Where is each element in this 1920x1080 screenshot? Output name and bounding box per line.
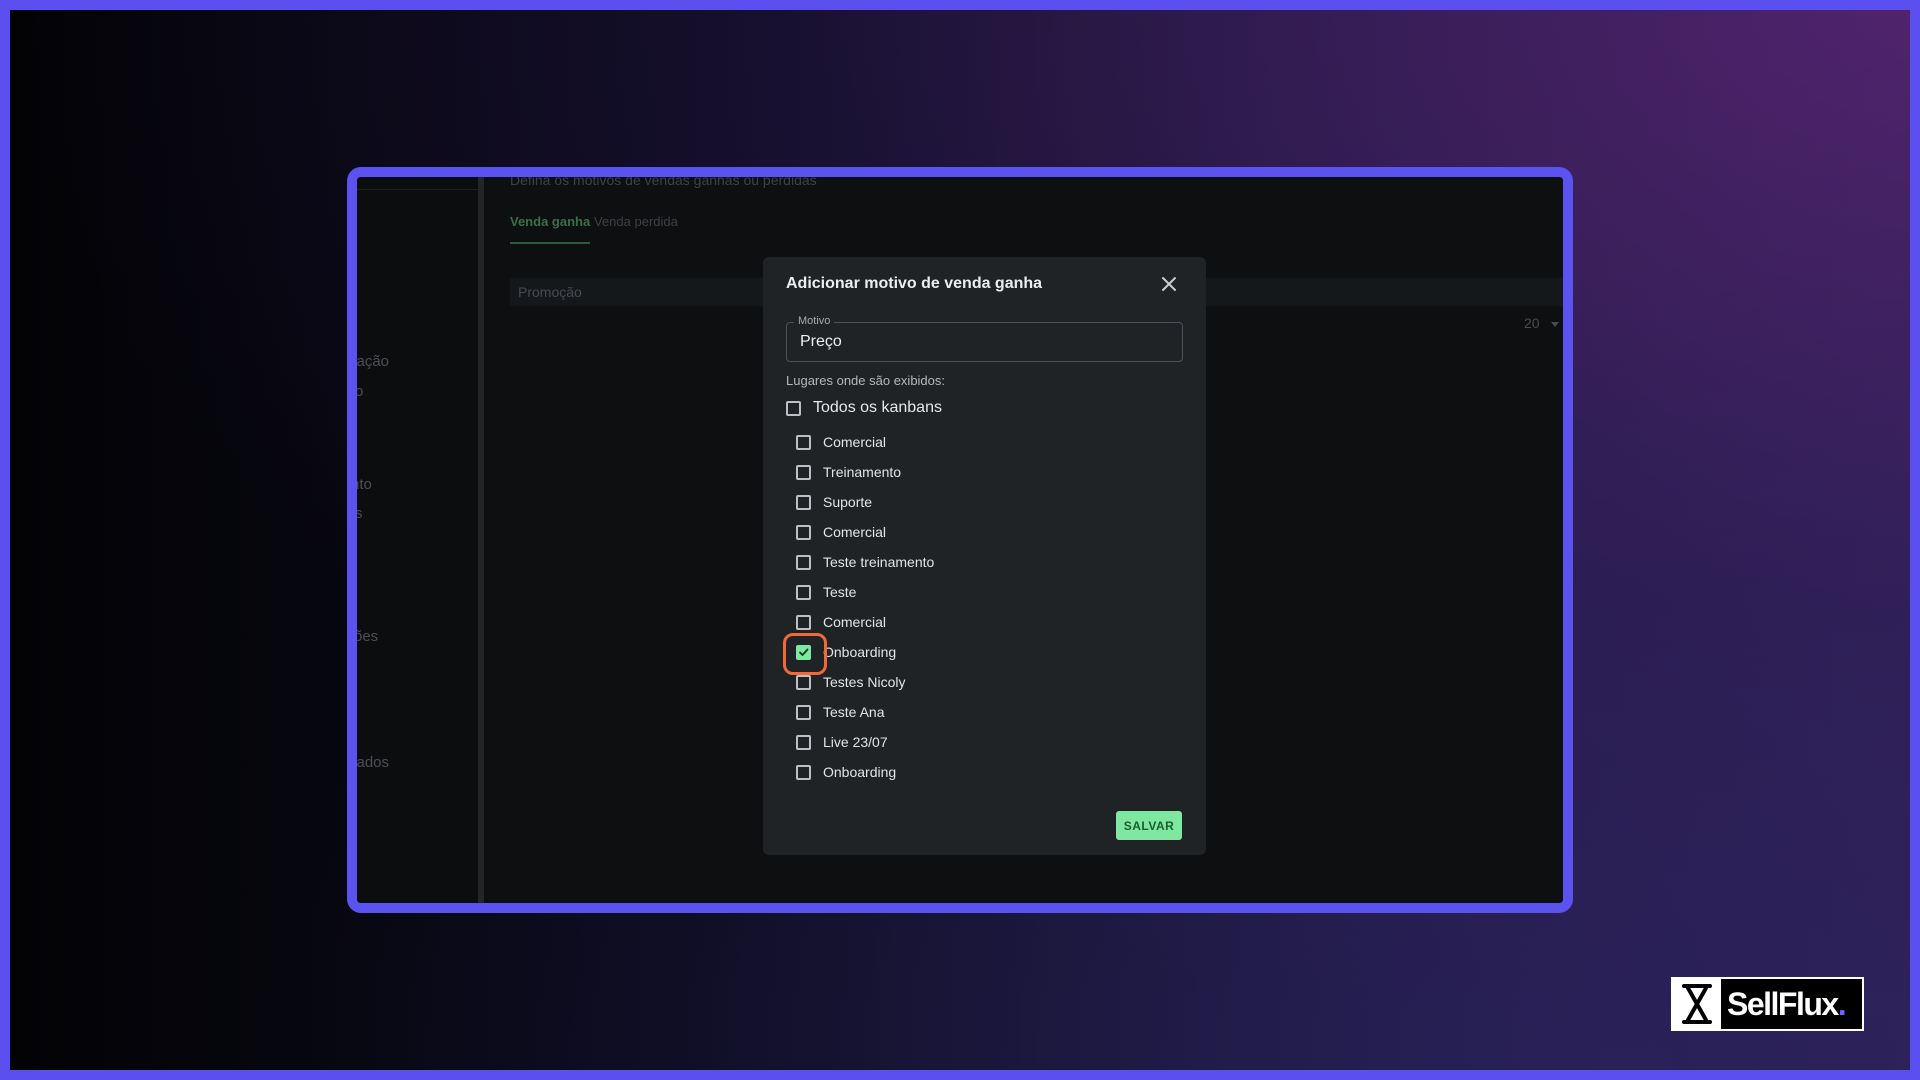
kanban-checkbox[interactable]: Teste treinamento bbox=[796, 552, 934, 572]
checkbox-icon[interactable] bbox=[796, 434, 811, 450]
checkbox-icon[interactable] bbox=[786, 400, 801, 416]
checkbox-icon[interactable] bbox=[796, 764, 811, 780]
kanban-checkbox[interactable]: Comercial bbox=[796, 612, 886, 632]
tab-venda-ganha[interactable]: Venda ganha bbox=[510, 214, 590, 229]
kanban-checkbox[interactable]: Live 23/07 bbox=[796, 732, 888, 752]
checkbox-label: Testes Nicoly bbox=[823, 674, 906, 690]
checkbox-label: Teste treinamento bbox=[823, 554, 935, 570]
logo-wordmark: SellFlux. bbox=[1727, 985, 1847, 1022]
sidebar-divider bbox=[357, 189, 478, 190]
kanban-checkbox[interactable]: Comercial bbox=[796, 432, 886, 452]
checkbox-icon[interactable] bbox=[796, 614, 811, 630]
list-item-label: Promoção bbox=[518, 284, 582, 300]
tab-venda-perdida[interactable]: Venda perdida bbox=[594, 214, 678, 229]
sidebar-item[interactable]: s bbox=[357, 505, 363, 522]
checkbox-label: Comercial bbox=[823, 614, 887, 630]
sidebar-item[interactable]: rões bbox=[357, 628, 378, 645]
kanban-checkbox[interactable]: Teste Ana bbox=[796, 702, 885, 722]
kanban-checkbox[interactable]: Testes Nicoly bbox=[796, 672, 905, 692]
caret-down-icon[interactable] bbox=[1551, 322, 1559, 327]
sidebar-item[interactable]: cados bbox=[357, 754, 389, 771]
click-highlight-ring bbox=[783, 633, 827, 675]
checkbox-label: Todos os kanbans bbox=[813, 399, 942, 416]
checkbox-label: Onboarding bbox=[823, 764, 897, 780]
motivo-field: Motivo bbox=[786, 315, 1183, 362]
motivo-input[interactable] bbox=[788, 329, 1178, 355]
hourglass-icon bbox=[1673, 979, 1721, 1029]
checkbox-label: Treinamento bbox=[823, 464, 902, 480]
checkbox-icon[interactable] bbox=[796, 554, 811, 570]
all-kanbans-checkbox[interactable]: Todos os kanbans bbox=[786, 398, 942, 418]
checkbox-icon[interactable] bbox=[796, 674, 811, 690]
dialog-title: Adicionar motivo de venda ganha bbox=[786, 275, 1043, 292]
sidebar-item[interactable]: nto bbox=[357, 476, 372, 493]
save-button[interactable]: SALVAR bbox=[1116, 811, 1182, 840]
places-label: Lugares onde são exibidos: bbox=[786, 373, 946, 388]
checkbox-label: Teste bbox=[823, 584, 857, 600]
sellflux-logo: SellFlux. bbox=[1671, 977, 1864, 1031]
rows-per-page-select[interactable]: 20 bbox=[1524, 315, 1540, 331]
active-tab-indicator bbox=[510, 242, 590, 244]
motivo-field-label: Motivo bbox=[794, 315, 835, 327]
kanban-checkbox[interactable]: Comercial bbox=[796, 522, 886, 542]
checkbox-label: Comercial bbox=[823, 434, 887, 450]
sidebar-item[interactable]: cação bbox=[357, 353, 389, 370]
kanban-checkbox[interactable]: Teste bbox=[796, 582, 856, 602]
close-icon[interactable] bbox=[1158, 273, 1180, 295]
checkbox-label: Onboarding bbox=[823, 644, 897, 660]
sidebar-item[interactable]: o bbox=[357, 383, 363, 400]
checkbox-icon[interactable] bbox=[796, 464, 811, 480]
checkbox-label: Comercial bbox=[823, 524, 887, 540]
kanban-checkbox[interactable]: Treinamento bbox=[796, 462, 901, 482]
checkbox-label: Suporte bbox=[823, 494, 873, 510]
checkbox-icon[interactable] bbox=[796, 524, 811, 540]
kanban-checkbox[interactable]: Onboarding bbox=[796, 762, 896, 782]
checkbox-label: Live 23/07 bbox=[823, 734, 888, 750]
checkbox-icon[interactable] bbox=[796, 704, 811, 720]
add-reason-dialog: Adicionar motivo de venda ganha Motivo L… bbox=[763, 257, 1206, 855]
sidebar: cação o nto s rões cados bbox=[357, 177, 484, 903]
page-subtitle: Defina os motivos de vendas ganhas ou pe… bbox=[510, 172, 817, 188]
checkbox-icon[interactable] bbox=[796, 584, 811, 600]
checkbox-icon[interactable] bbox=[796, 494, 811, 510]
checkbox-icon[interactable] bbox=[796, 734, 811, 750]
checkbox-label: Teste Ana bbox=[823, 704, 885, 720]
kanban-checkbox[interactable]: Suporte bbox=[796, 492, 872, 512]
